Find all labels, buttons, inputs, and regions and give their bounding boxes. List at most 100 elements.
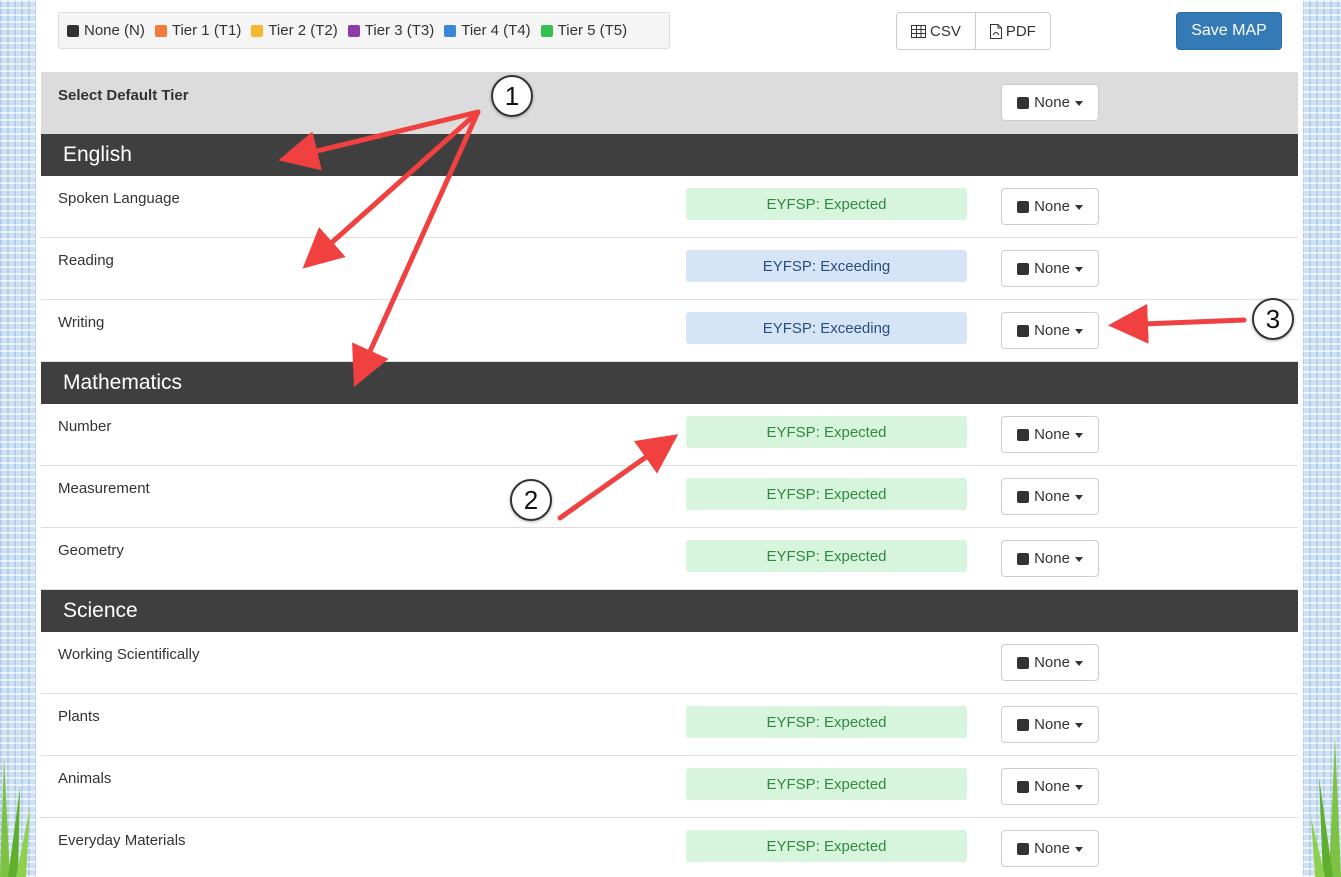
legend-label: Tier 3 (T3) xyxy=(364,22,435,39)
legend-label: Tier 4 (T4) xyxy=(461,22,531,39)
callout-3: 3 xyxy=(1252,298,1294,340)
row-label: Everyday Materials xyxy=(58,832,186,849)
pdf-label: PDF xyxy=(1005,22,1036,40)
table-row: Geometry EYFSP: Expected None xyxy=(41,528,1298,590)
legend-item: Tier 3 (T3) xyxy=(347,22,435,39)
status-badge: EYFSP: Expected xyxy=(686,478,967,510)
tier-value: None xyxy=(1034,198,1070,215)
tier-swatch-icon xyxy=(1017,428,1030,441)
status-badge: EYFSP: Expected xyxy=(686,540,967,572)
section-header-mathematics: Mathematics xyxy=(41,362,1298,404)
caret-down-icon xyxy=(1074,205,1083,210)
export-button-group: CSV PDF xyxy=(896,12,1051,50)
tier-dropdown[interactable]: None xyxy=(1001,768,1099,805)
row-label: Animals xyxy=(58,770,112,787)
tier-swatch-icon xyxy=(1017,200,1030,213)
tier-dropdown[interactable]: None xyxy=(1001,706,1099,743)
tier-swatch-icon xyxy=(1017,552,1030,565)
legend-swatch-icon xyxy=(540,24,553,37)
legend-swatch-icon xyxy=(154,24,167,37)
tier-value: None xyxy=(1034,654,1070,671)
caret-down-icon xyxy=(1074,101,1083,106)
tier-dropdown[interactable]: None xyxy=(1001,644,1099,681)
file-pdf-icon xyxy=(989,23,1002,39)
tier-value: None xyxy=(1034,550,1070,567)
caret-down-icon xyxy=(1074,267,1083,272)
table-row: Writing EYFSP: Exceeding None xyxy=(41,300,1298,362)
tier-value: None xyxy=(1034,488,1070,505)
table-row: Animals EYFSP: Expected None xyxy=(41,756,1298,818)
main-panel: None (N) Tier 1 (T1) Tier 2 (T2) Tier 3 (T3… xyxy=(36,0,1303,877)
legend-label: Tier 2 (T2) xyxy=(268,22,338,39)
tier-dropdown[interactable]: None xyxy=(1001,312,1099,349)
tier-value: None xyxy=(1034,322,1070,339)
tier-dropdown[interactable]: None xyxy=(1001,188,1099,225)
caret-down-icon xyxy=(1074,847,1083,852)
status-badge: EYFSP: Expected xyxy=(686,768,967,800)
status-badge: EYFSP: Exceeding xyxy=(686,312,967,344)
legend-label: None (N) xyxy=(84,22,145,39)
csv-label: CSV xyxy=(930,22,961,40)
legend-swatch-icon xyxy=(67,24,79,37)
caret-down-icon xyxy=(1074,785,1083,790)
tier-value: None xyxy=(1034,716,1070,733)
legend-label: Tier 5 (T5) xyxy=(557,22,628,39)
tier-swatch-icon xyxy=(1017,490,1030,503)
status-badge: EYFSP: Expected xyxy=(686,830,967,862)
table-row: Working Scientifically None xyxy=(41,632,1298,694)
callout-2: 2 xyxy=(510,479,552,521)
default-tier-value: None xyxy=(1034,94,1070,111)
section-header-science: Science xyxy=(41,590,1298,632)
tier-value: None xyxy=(1034,260,1070,277)
tier-value: None xyxy=(1034,778,1070,795)
tier-swatch-icon xyxy=(1017,96,1030,109)
row-label: Plants xyxy=(58,708,100,725)
tier-dropdown[interactable]: None xyxy=(1001,416,1099,453)
tier-dropdown[interactable]: None xyxy=(1001,830,1099,867)
caret-down-icon xyxy=(1074,661,1083,666)
tier-swatch-icon xyxy=(1017,262,1030,275)
section-header-english: English xyxy=(41,134,1298,176)
tier-swatch-icon xyxy=(1017,842,1030,855)
tier-swatch-icon xyxy=(1017,780,1030,793)
row-label: Reading xyxy=(58,252,114,269)
caret-down-icon xyxy=(1074,495,1083,500)
row-label: Writing xyxy=(58,314,105,331)
tier-table: Select Default Tier None English Spoken L… xyxy=(41,72,1298,877)
table-row: Number EYFSP: Expected None xyxy=(41,404,1298,466)
tier-dropdown[interactable]: None xyxy=(1001,540,1099,577)
legend-item: Tier 4 (T4) xyxy=(444,22,531,39)
caret-down-icon xyxy=(1074,433,1083,438)
table-row: Spoken Language EYFSP: Expected None xyxy=(41,176,1298,238)
csv-export-button[interactable]: CSV xyxy=(897,13,975,49)
default-tier-dropdown[interactable]: None xyxy=(1001,84,1099,121)
tier-swatch-icon xyxy=(1017,656,1030,669)
save-map-button[interactable]: Save MAP xyxy=(1176,12,1282,50)
tier-value: None xyxy=(1034,426,1070,443)
caret-down-icon xyxy=(1074,557,1083,562)
default-tier-row: Select Default Tier None xyxy=(41,72,1298,134)
tier-dropdown[interactable]: None xyxy=(1001,478,1099,515)
legend-swatch-icon xyxy=(444,24,457,37)
legend-item: None (N) xyxy=(67,22,145,39)
status-badge: EYFSP: Expected xyxy=(686,188,967,220)
legend-label: Tier 1 (T1) xyxy=(171,22,242,39)
legend-item: Tier 2 (T2) xyxy=(251,22,338,39)
row-label: Working Scientifically xyxy=(58,646,200,663)
grass-decoration-left xyxy=(0,757,30,877)
legend-item: Tier 5 (T5) xyxy=(540,22,628,39)
caret-down-icon xyxy=(1074,723,1083,728)
tier-legend: None (N) Tier 1 (T1) Tier 2 (T2) Tier 3 (T3… xyxy=(58,12,670,49)
pdf-export-button[interactable]: PDF xyxy=(974,13,1050,49)
table-row: Reading EYFSP: Exceeding None xyxy=(41,238,1298,300)
tier-dropdown[interactable]: None xyxy=(1001,250,1099,287)
table-row: Everyday Materials EYFSP: Expected None xyxy=(41,818,1298,877)
tier-swatch-icon xyxy=(1017,718,1030,731)
callout-1: 1 xyxy=(491,75,533,117)
row-label: Number xyxy=(58,418,112,435)
row-label: Spoken Language xyxy=(58,190,180,207)
default-tier-label: Select Default Tier xyxy=(58,87,189,104)
legend-swatch-icon xyxy=(347,24,360,37)
row-label: Geometry xyxy=(58,542,124,559)
status-badge: EYFSP: Exceeding xyxy=(686,250,967,282)
